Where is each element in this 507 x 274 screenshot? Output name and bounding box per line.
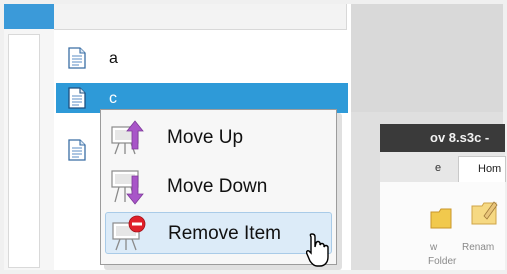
mouse-cursor-icon bbox=[306, 233, 329, 267]
navigation-header bbox=[4, 4, 54, 29]
menu-item-move-up[interactable]: Move Up bbox=[105, 117, 332, 159]
context-menu: Move Up Move Down Remove Item bbox=[100, 109, 337, 265]
ribbon-rename-label: Renam bbox=[462, 242, 495, 253]
menu-item-remove-item[interactable]: Remove Item bbox=[105, 212, 332, 254]
navigation-panel[interactable] bbox=[8, 34, 40, 268]
background-window-area bbox=[351, 4, 503, 112]
menu-item-label: Move Up bbox=[167, 127, 244, 148]
menu-item-label: Remove Item bbox=[168, 223, 281, 244]
rename-icon[interactable] bbox=[470, 196, 498, 226]
list-item-label: c bbox=[109, 90, 117, 107]
tab-home-label: Hom bbox=[478, 163, 502, 175]
tab-file[interactable]: e bbox=[435, 162, 441, 174]
new-folder-icon[interactable] bbox=[430, 204, 452, 230]
explorer-title: ov 8.s3c - bbox=[430, 130, 490, 145]
remove-item-icon bbox=[112, 215, 146, 251]
move-up-icon bbox=[111, 120, 144, 155]
menu-item-move-down[interactable]: Move Down bbox=[105, 166, 332, 208]
move-down-icon bbox=[111, 170, 144, 205]
document-icon bbox=[68, 139, 86, 161]
ribbon-folder-label: Folder bbox=[428, 256, 457, 267]
document-icon bbox=[68, 87, 86, 109]
ribbon-new-label: w bbox=[430, 242, 438, 253]
list-item-label: a bbox=[109, 50, 118, 67]
document-icon bbox=[68, 47, 86, 69]
menu-item-label: Move Down bbox=[167, 176, 268, 197]
file-list-header[interactable] bbox=[54, 4, 347, 30]
list-item[interactable]: a bbox=[56, 43, 348, 73]
